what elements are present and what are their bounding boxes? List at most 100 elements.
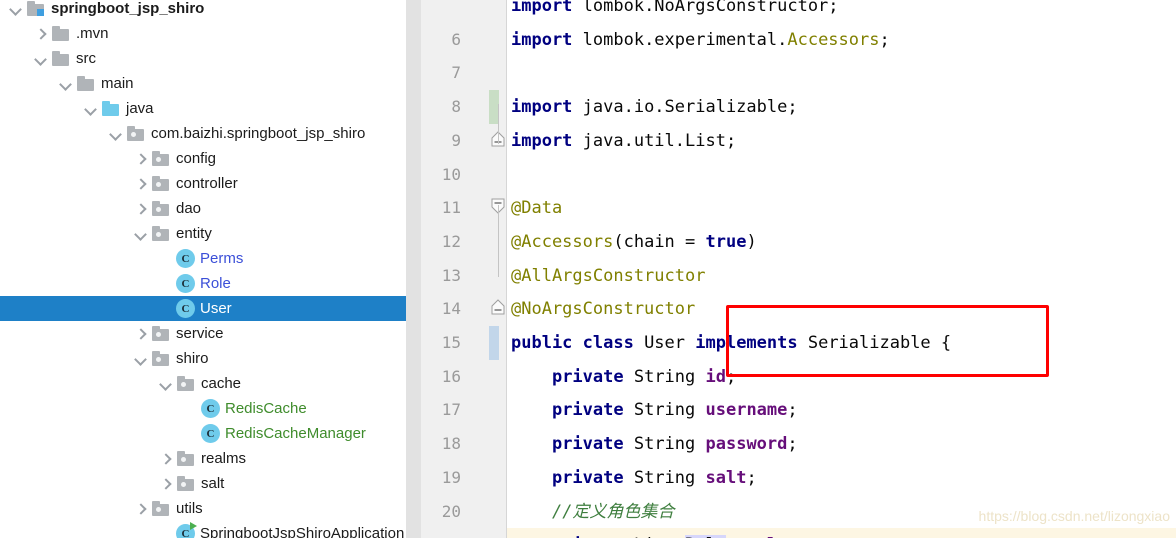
folder-icon <box>51 50 71 67</box>
line-number: 7 <box>451 63 461 83</box>
tree-node-main[interactable]: main <box>0 71 421 96</box>
code-line[interactable]: @AllArgsConstructor <box>511 259 705 293</box>
tree-node-shiro[interactable]: shiro <box>0 346 421 371</box>
chevron-down-icon[interactable] <box>133 351 149 367</box>
tree-node-label: main <box>101 75 134 92</box>
ide-window: springboot_jsp_shiro .mvn src main java com.b… <box>0 0 1176 538</box>
tree-node-perms[interactable]: C Perms <box>0 246 421 271</box>
tree-node-src[interactable]: src <box>0 46 421 71</box>
tree-node-controller[interactable]: controller <box>0 171 421 196</box>
chevron-down-icon[interactable] <box>33 51 49 67</box>
code-token: ; <box>725 366 737 387</box>
chevron-down-icon[interactable] <box>133 226 149 242</box>
tree-node-dao[interactable]: dao <box>0 196 421 221</box>
editor-area[interactable]: 6 7 8 9 10 11 12 13 14 15 16 17 18 19 20 21 import lomb… <box>421 0 1176 538</box>
tree-node-label: src <box>76 50 96 67</box>
tree-node-label: realms <box>201 450 247 467</box>
code-line[interactable]: import java.util.List; <box>511 124 736 158</box>
chevron-right-icon[interactable] <box>133 201 149 217</box>
tree-node-springbootjspshiroapplication[interactable]: C SpringbootJspShiroApplication <box>0 521 421 538</box>
line-number: 13 <box>441 265 461 285</box>
project-tool-window[interactable]: springboot_jsp_shiro .mvn src main java com.b… <box>0 0 421 538</box>
code-line[interactable]: private String salt; <box>511 461 757 495</box>
code-token: //定义角色集合 <box>551 501 675 522</box>
code-line[interactable]: @Accessors(chain = true) <box>511 225 757 259</box>
tree-node-config[interactable]: config <box>0 146 421 171</box>
fold-region-end-icon[interactable] <box>489 299 507 319</box>
code-line[interactable]: import lombok.experimental.Accessors; <box>511 23 890 57</box>
code-token: @Data <box>511 198 563 219</box>
java-class-icon: C <box>201 424 220 443</box>
tree-node-mvn[interactable]: .mvn <box>0 21 421 46</box>
line-number: 14 <box>441 299 461 319</box>
code-line[interactable]: private String password; <box>511 427 798 461</box>
tree-node-salt[interactable]: salt <box>0 471 421 496</box>
package-icon <box>176 375 196 392</box>
tree-node-entity[interactable]: entity <box>0 221 421 246</box>
chevron-right-icon[interactable] <box>33 26 49 42</box>
chevron-right-icon[interactable] <box>158 476 174 492</box>
code-line[interactable]: import java.io.Serializable; <box>511 90 798 124</box>
source-root-folder-icon <box>101 100 121 117</box>
line-number: 17 <box>441 400 461 420</box>
code-token: ) <box>746 231 757 252</box>
line-number: 21 <box>421 528 461 538</box>
chevron-right-icon[interactable] <box>133 501 149 517</box>
chevron-right-icon[interactable] <box>133 151 149 167</box>
tree-node-role[interactable]: C Role <box>0 271 421 296</box>
package-icon <box>151 150 171 167</box>
code-token: lombok.experimental. <box>572 29 788 50</box>
code-line[interactable]: public class User implements Serializabl… <box>511 326 951 360</box>
line-number: 15 <box>441 333 461 352</box>
code-token: String <box>623 400 706 421</box>
package-icon <box>176 450 196 467</box>
code-line[interactable]: private String id; <box>511 360 736 394</box>
tree-scrollbar[interactable] <box>406 0 421 538</box>
code-folding-strip[interactable] <box>469 0 507 538</box>
chevron-down-icon[interactable] <box>8 1 24 17</box>
tree-node-label: com.baizhi.springboot_jsp_shiro <box>151 125 366 142</box>
code-line[interactable]: @NoArgsConstructor <box>511 292 695 326</box>
chevron-down-icon[interactable] <box>58 76 74 92</box>
chevron-down-icon[interactable] <box>83 101 99 117</box>
chevron-right-icon[interactable] <box>158 451 174 467</box>
tree-node-label: RedisCache <box>225 400 307 417</box>
tree-node-springboot-jsp-shiro[interactable]: springboot_jsp_shiro <box>0 0 421 21</box>
code-token: ; <box>828 0 839 16</box>
tree-node-utils[interactable]: utils <box>0 496 421 521</box>
chevron-down-icon[interactable] <box>158 376 174 392</box>
tree-node-com-baizhi-springboot-jsp-shiro[interactable]: com.baizhi.springboot_jsp_shiro <box>0 121 421 146</box>
code-line[interactable]: private String username; <box>511 393 798 427</box>
tree-node-label: Role <box>200 275 231 292</box>
chevron-right-icon[interactable] <box>133 176 149 192</box>
module-folder-icon <box>26 0 46 17</box>
tree-node-java[interactable]: java <box>0 96 421 121</box>
code-token: Serializable { <box>797 333 952 353</box>
code-line[interactable]: import lombok.NoArgsConstructor; <box>511 0 839 23</box>
code-token: String <box>623 434 706 455</box>
code-token: true <box>705 231 747 252</box>
tree-node-rediscachemanager[interactable]: C RedisCacheManager <box>0 421 421 446</box>
code-line[interactable]: @Data <box>511 191 562 225</box>
fold-connector-line <box>498 205 499 277</box>
tree-node-user[interactable]: C User <box>0 296 421 321</box>
code-line[interactable]: private List<Role> roles; <box>511 528 808 538</box>
code-token: ; <box>787 434 798 455</box>
code-token: ; <box>879 29 890 50</box>
watermark-text: https://blog.csdn.net/lizongxiao <box>978 508 1170 524</box>
tree-node-cache[interactable]: cache <box>0 371 421 396</box>
code-token: private <box>551 434 624 455</box>
tree-node-service[interactable]: service <box>0 321 421 346</box>
tree-node-realms[interactable]: realms <box>0 446 421 471</box>
chevron-right-icon[interactable] <box>133 326 149 342</box>
code-token: password <box>705 434 788 455</box>
code-line[interactable]: //定义角色集合 <box>511 495 674 529</box>
vcs-modified-marker[interactable] <box>489 326 499 360</box>
chevron-down-icon[interactable] <box>108 126 124 142</box>
tree-node-rediscache[interactable]: C RedisCache <box>0 396 421 421</box>
package-icon <box>176 475 196 492</box>
